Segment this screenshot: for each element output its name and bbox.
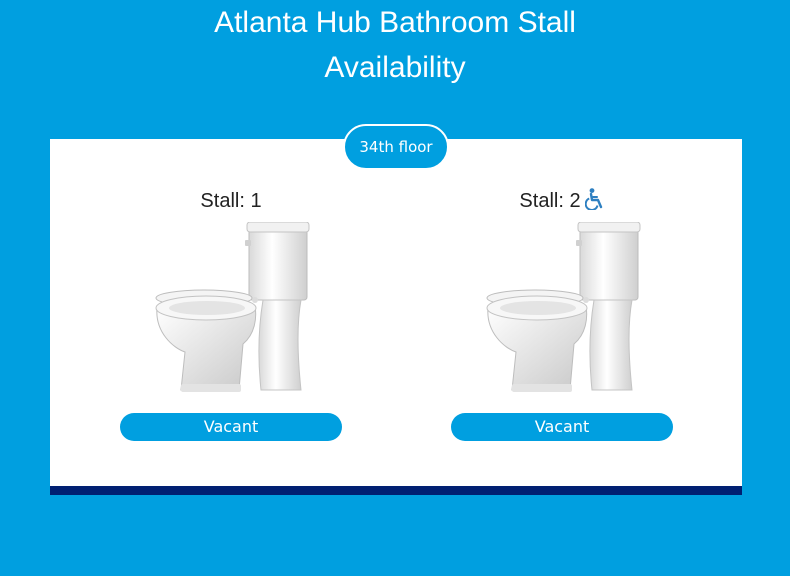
- stall-card-2: Stall: 2 Vacant: [451, 186, 673, 441]
- stall-heading: Stall: 2: [451, 186, 673, 216]
- stall-label: Stall: 1: [200, 190, 262, 212]
- wheelchair-icon: [584, 188, 602, 210]
- stall-card-1: Stall: 1 Vacant: [120, 186, 342, 441]
- page-title: Atlanta Hub Bathroom Stall Availability: [0, 0, 790, 90]
- stall-status-button[interactable]: Vacant: [120, 413, 342, 441]
- floor-badge[interactable]: 34th floor: [343, 124, 449, 170]
- floor-card: Stall: 1 Vacant Stall: 2 Vacant: [50, 139, 742, 486]
- card-bottom-bar: [50, 486, 742, 495]
- page-title-line-1: Atlanta Hub Bathroom Stall: [214, 6, 576, 39]
- stall-label: Stall: 2: [519, 190, 581, 212]
- toilet-icon: [155, 222, 310, 392]
- page-title-line-2: Availability: [324, 51, 466, 84]
- toilet-icon: [486, 222, 641, 392]
- stall-heading: Stall: 1: [120, 186, 342, 216]
- stall-status-button[interactable]: Vacant: [451, 413, 673, 441]
